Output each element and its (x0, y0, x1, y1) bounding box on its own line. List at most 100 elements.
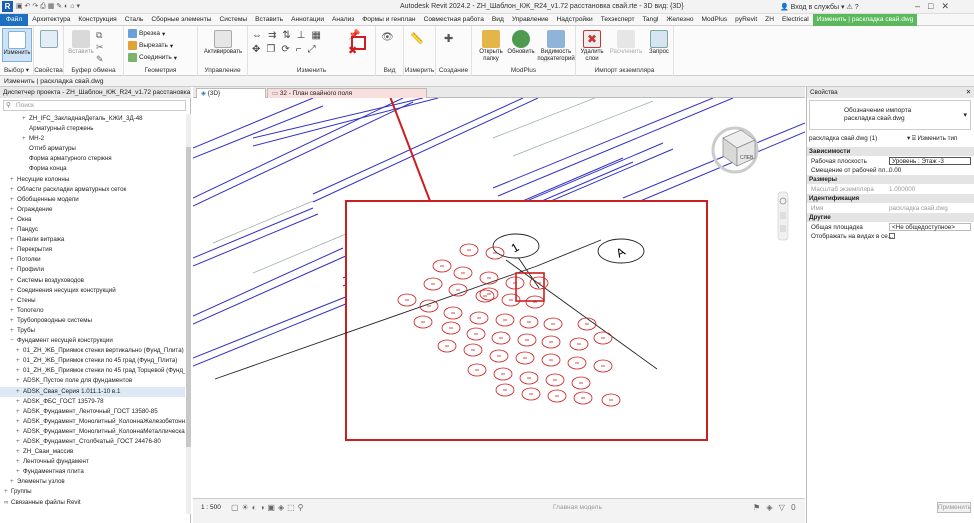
tree-item[interactable]: Отгиб арматуры (0, 144, 185, 154)
tree-item[interactable]: Форма конца (0, 164, 185, 174)
menu-tab-4[interactable]: Сборные элементы (147, 14, 215, 26)
tab-plan[interactable]: ▭ 32 - План свайного поля (267, 88, 427, 98)
tree-toggle-icon[interactable]: + (16, 447, 23, 457)
tree-toggle-icon[interactable]: + (10, 205, 17, 215)
query-button[interactable]: Запрос (646, 28, 672, 56)
revit-logo-icon[interactable]: R (2, 1, 13, 12)
match-properties-icon[interactable]: ✎ (96, 54, 104, 65)
copy-icon[interactable]: ⧉ (96, 30, 102, 41)
tree-toggle-icon[interactable]: + (10, 316, 17, 326)
tab-3d-view[interactable]: ◈ {3D} (196, 88, 266, 98)
tree-item[interactable]: + Трубопроводные системы (0, 316, 185, 326)
tree-item[interactable]: + Потолки (0, 255, 185, 265)
property-section-header[interactable]: Зависимости (807, 147, 974, 156)
open-folder-button[interactable]: Открыть папку (474, 28, 508, 63)
tree-item[interactable]: + ZH_Сваи_массив (0, 447, 185, 457)
model-canvas[interactable]: СЛЕВ 1 A (193, 98, 805, 498)
tree-toggle-icon[interactable]: + (10, 185, 17, 195)
menu-tab-7[interactable]: Аннотации (287, 14, 328, 26)
tree-toggle-icon[interactable]: − (10, 336, 17, 346)
tree-toggle-icon[interactable]: + (10, 326, 17, 336)
tree-item[interactable]: + Элементы узлов (0, 477, 185, 487)
tree-item[interactable]: + Системы воздуховодов (0, 276, 185, 286)
menu-tab-11[interactable]: Вид (488, 14, 508, 26)
menu-tab-9[interactable]: Формы и генплан (358, 14, 419, 26)
tree-toggle-icon[interactable]: + (16, 397, 23, 407)
menu-tab-17[interactable]: ModPlus (698, 14, 732, 26)
tree-item[interactable]: Форма арматурного стержня (0, 154, 185, 164)
menu-tab-3[interactable]: Сталь (121, 14, 148, 26)
tree-item[interactable]: +01_ZH_ЖБ_Приямок стенки по 45 град Торц… (0, 366, 185, 376)
apply-button[interactable]: Применить (937, 502, 971, 513)
tree-item[interactable]: + ZH_IFC_ЗакладнаяДеталь_КЖИ_3Д-48 (0, 114, 185, 124)
tree-item[interactable]: +01_ZH_ЖБ_Приямок стенки по 45 град (Фун… (0, 356, 185, 366)
measure-icon[interactable]: 📏 (410, 32, 424, 45)
paste-button[interactable]: Вставить (68, 28, 94, 56)
tree-toggle-icon[interactable]: + (10, 235, 17, 245)
tree-item[interactable]: + Панели витража (0, 235, 185, 245)
tree-item[interactable]: − Фундамент несущей конструкции (0, 336, 185, 346)
quick-access-toolbar[interactable]: ▣ ↶ ↷ ⎙ ▦ ✎ ◐ ⌂ ▾ (16, 2, 80, 11)
tree-item[interactable]: + ADSK_Пустое поле для фундаментов (0, 376, 185, 386)
tree-toggle-icon[interactable]: + (16, 376, 23, 386)
browser-scroll-thumb[interactable] (186, 147, 191, 447)
tree-item[interactable]: + ADSK_Фундамент_Монолитный_КолоннаМеталл… (0, 427, 185, 437)
menu-tab-21[interactable]: Изменить | раскладка свай.dwg (812, 13, 918, 26)
window-controls[interactable]: –□✕ (915, 1, 957, 12)
tree-item[interactable]: + Области раскладки арматурных сеток (0, 185, 185, 195)
tree-toggle-icon[interactable]: + (10, 276, 17, 286)
modify-tools-row1[interactable]: ⇔ ⇉ ⇅ ⊥ ▦ (252, 30, 321, 41)
tree-item[interactable]: + Стены (0, 296, 185, 306)
tree-toggle-icon[interactable]: + (4, 487, 11, 497)
tree-item[interactable]: + Окна (0, 215, 185, 225)
tree-item[interactable]: + Несущие колонны (0, 175, 185, 185)
update-button[interactable]: Обновить (506, 28, 536, 56)
project-browser-search[interactable]: ⚲ Поиск (3, 100, 186, 111)
menu-tab-5[interactable]: Системы (215, 14, 251, 26)
join-button[interactable]: Соединить ▾ (128, 53, 177, 62)
tree-item[interactable]: + ADSK_Свая_Серия 1.011.1-10 в.1 (0, 386, 185, 397)
tree-item[interactable]: +01_ZH_ЖБ_Приямок стенки вертикально (Фу… (0, 346, 185, 356)
tree-item[interactable]: + МН-2 (0, 134, 185, 144)
property-value[interactable]: 1.000000 (889, 185, 915, 194)
tree-toggle-icon[interactable]: + (10, 296, 17, 306)
tree-toggle-icon[interactable]: + (16, 387, 23, 397)
close-icon[interactable]: ✕ (966, 87, 971, 98)
menu-tab-1[interactable]: Архитектура (28, 14, 74, 26)
tree-item[interactable]: + Группы (0, 487, 185, 497)
tree-item[interactable]: + ADSK_ФБС_ГОСТ 13579-78 (0, 397, 185, 407)
menu-tab-8[interactable]: Анализ (328, 14, 358, 26)
tree-item[interactable]: + Соединения несущих конструкций (0, 286, 185, 296)
tree-item[interactable]: + Перекрытия (0, 245, 185, 255)
modify-button[interactable]: Изменить (2, 28, 32, 62)
tree-toggle-icon[interactable]: + (16, 467, 23, 477)
tree-item[interactable]: + Трубы (0, 326, 185, 336)
tree-toggle-icon[interactable]: + (10, 265, 17, 275)
create-similar-icon[interactable]: ✚ (444, 32, 453, 45)
menu-tab-16[interactable]: Железно (662, 14, 697, 26)
tree-item[interactable]: + Ленточный фундамент (0, 457, 185, 467)
menu-tab-12[interactable]: Управление (508, 14, 553, 26)
status-icons[interactable]: ⚑ ◈ ▽ 0 (753, 503, 798, 512)
property-section-header[interactable]: Другие (807, 213, 974, 222)
menu-tab-10[interactable]: Совместная работа (420, 14, 488, 26)
tree-toggle-icon[interactable]: + (22, 114, 29, 124)
tree-item[interactable]: + ADSK_Фундамент_Монолитный_КолоннаЖелезо… (0, 417, 185, 427)
tree-toggle-icon[interactable]: ∞ (4, 498, 11, 508)
tree-item[interactable]: + Пандус (0, 225, 185, 235)
tree-toggle-icon[interactable]: + (10, 286, 17, 296)
property-value[interactable]: 0.00 (889, 166, 901, 175)
tree-toggle-icon[interactable]: + (16, 457, 23, 467)
tree-item[interactable]: Арматурный стержень (0, 124, 185, 134)
tree-toggle-icon[interactable]: + (10, 477, 17, 487)
navigation-bar[interactable] (777, 191, 789, 241)
properties-button[interactable] (37, 28, 61, 49)
property-section-header[interactable]: Размеры (807, 175, 974, 184)
type-selector[interactable]: Обозначение импорта раскладка свай.dwg ▾ (809, 100, 971, 130)
menu-tab-15[interactable]: Tangl (639, 14, 663, 26)
tree-toggle-icon[interactable]: + (16, 346, 23, 356)
activate-button[interactable]: Активировать (202, 28, 244, 56)
tree-toggle-icon[interactable]: + (16, 407, 23, 417)
hide-in-view-icon[interactable]: 👁 (381, 32, 394, 43)
3d-viewport[interactable]: СЛЕВ 1 A (193, 98, 805, 498)
